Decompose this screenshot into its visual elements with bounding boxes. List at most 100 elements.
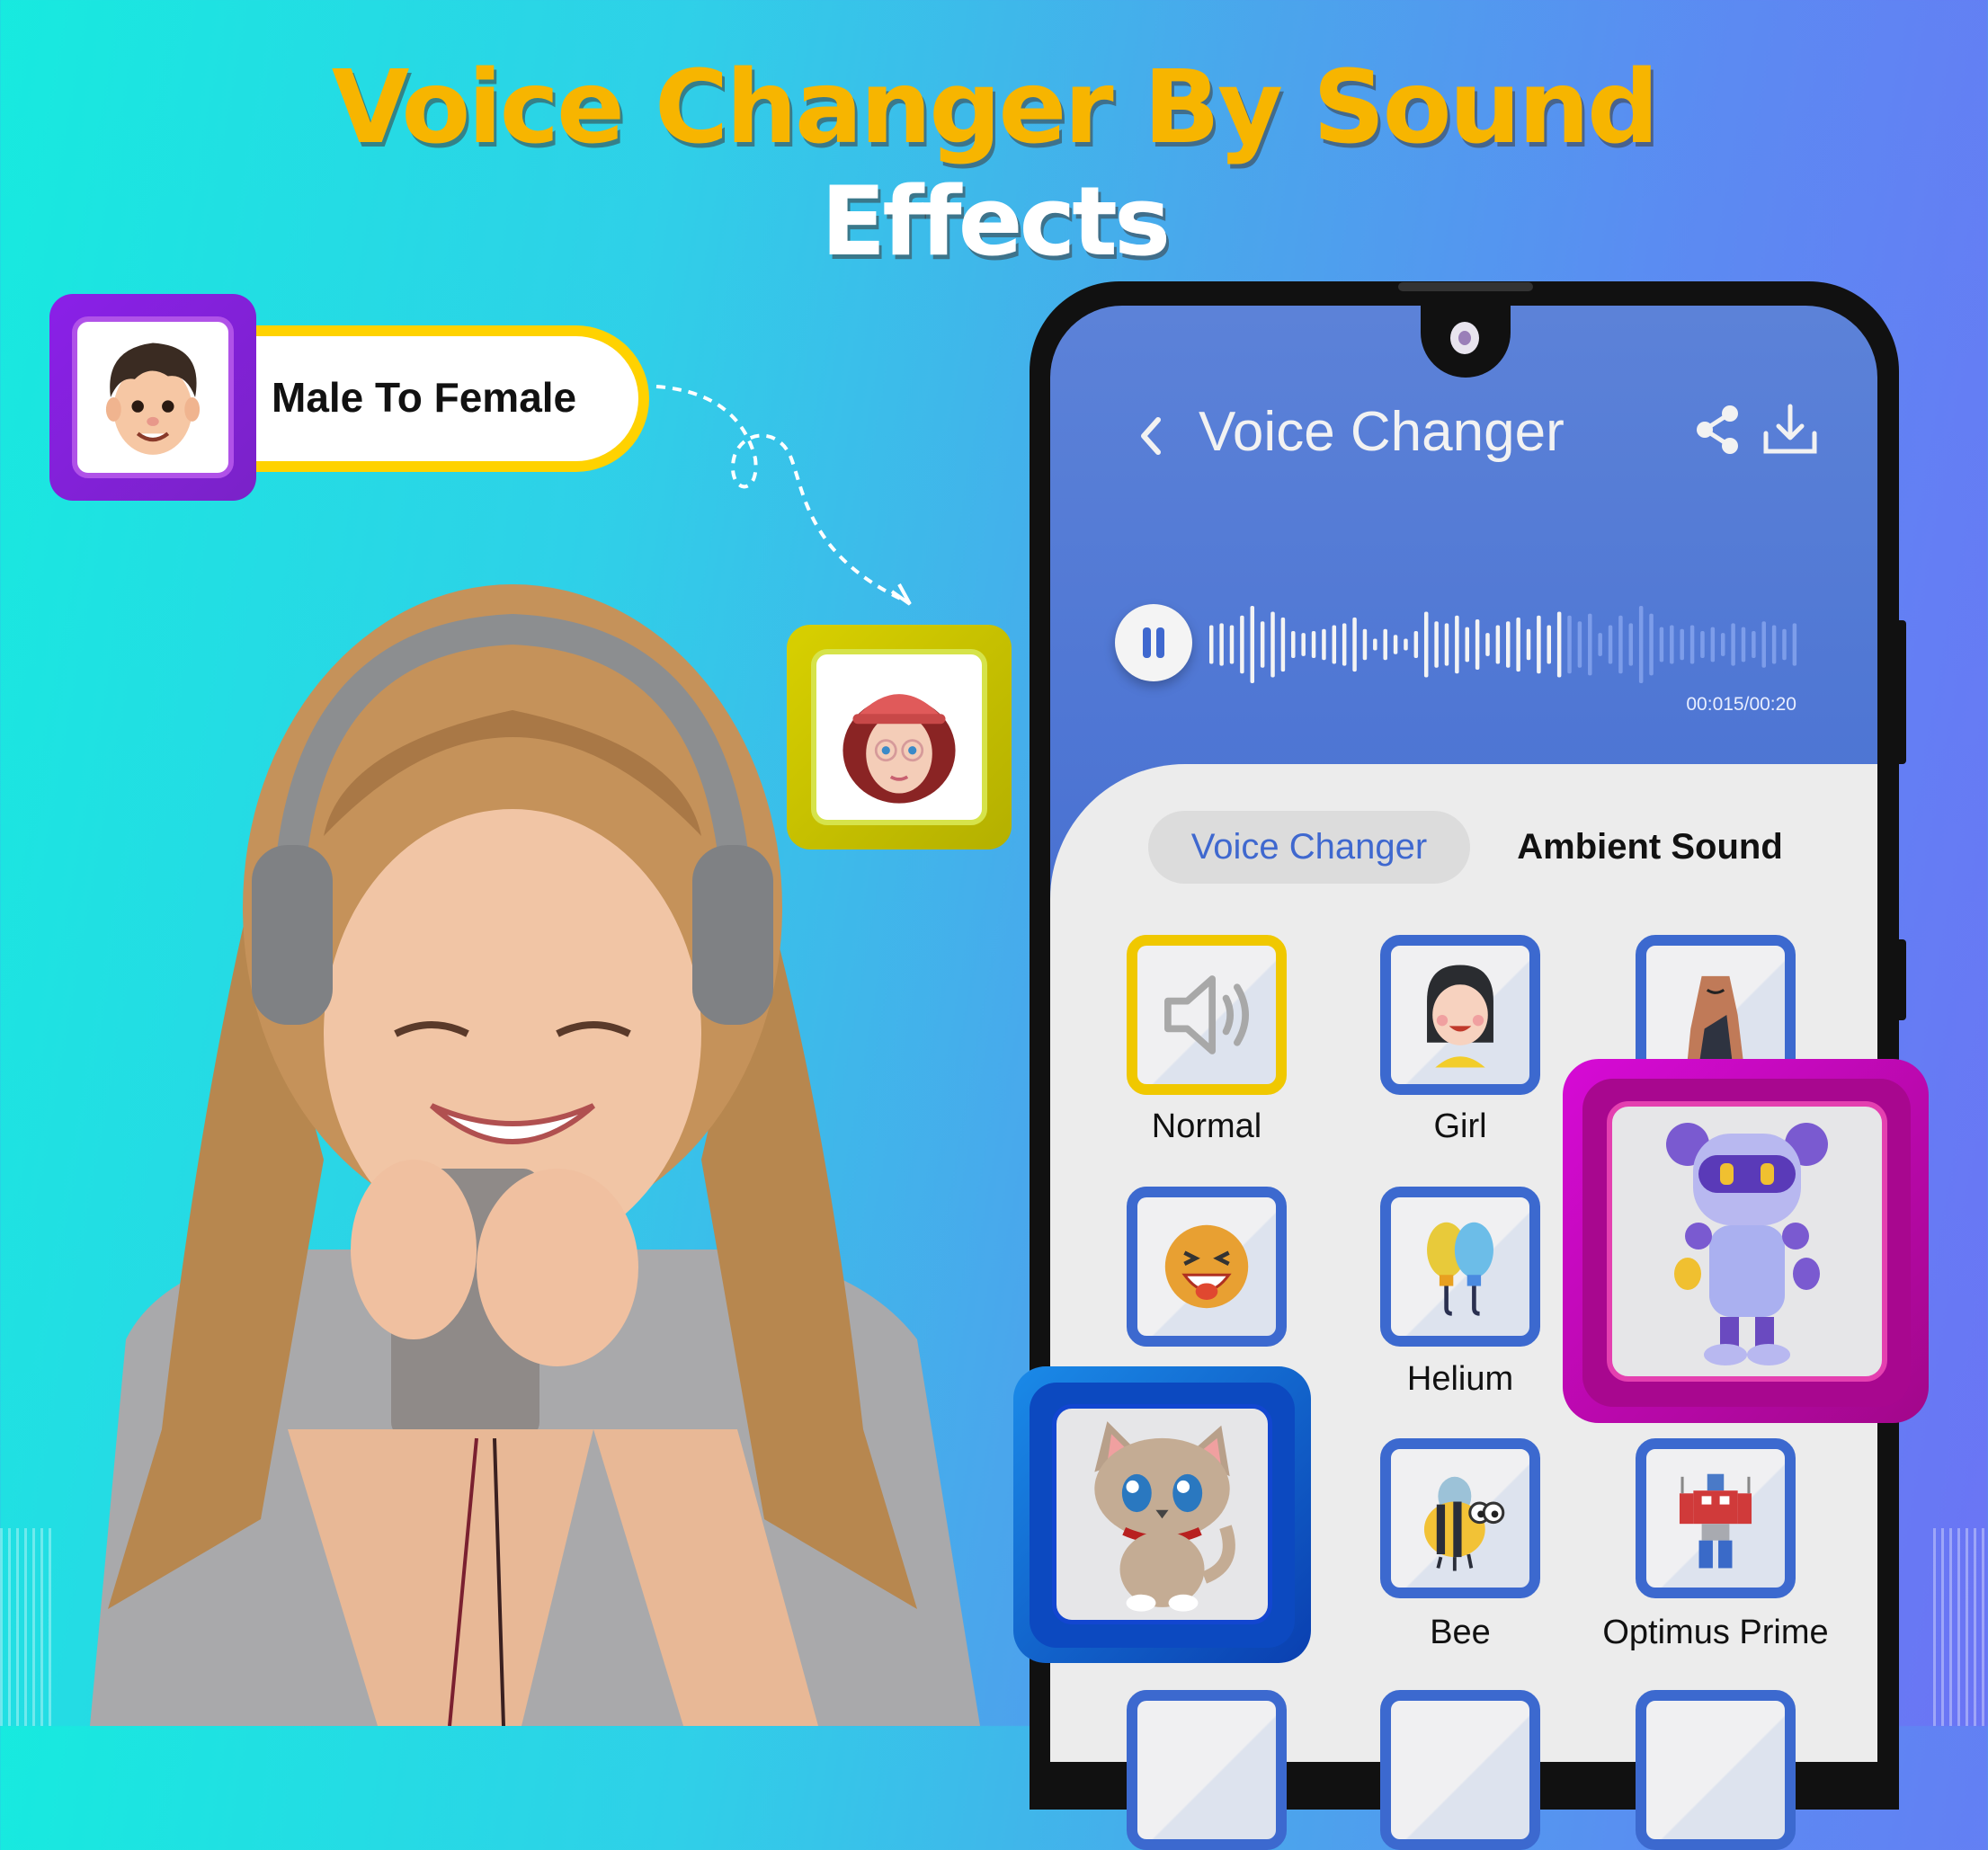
waveform-bar — [1761, 621, 1766, 668]
phone-side-button — [1899, 620, 1906, 764]
waveform-bar — [1608, 625, 1613, 664]
waveform-bar — [1311, 630, 1316, 659]
share-icon[interactable] — [1692, 403, 1743, 457]
waveform-bar — [1240, 615, 1244, 674]
waveform-bar — [1792, 623, 1797, 666]
waveform-bar — [1700, 630, 1705, 659]
waveform-bar — [1352, 617, 1357, 672]
effect-tile-optimus-prime[interactable] — [1636, 1438, 1796, 1598]
waveform-bar — [1506, 621, 1511, 668]
effect-tile-bee[interactable] — [1380, 1438, 1540, 1598]
waveform-bar — [1618, 615, 1623, 674]
waveform-bar — [1495, 625, 1501, 664]
waveform-bar — [1638, 606, 1644, 683]
effect-label: Girl — [1433, 1107, 1487, 1145]
waveform-bar — [1404, 638, 1408, 651]
waveform-bar — [1301, 633, 1306, 656]
chevron-left-icon[interactable] — [1131, 409, 1167, 463]
tab-ambient-sound[interactable]: Ambient Sound — [1511, 811, 1789, 884]
waveform-bar — [1475, 619, 1480, 670]
waveform-bar — [1649, 613, 1654, 676]
waveform-bar — [1741, 627, 1746, 663]
headline-line2: Effects — [820, 166, 1171, 277]
waveform-bar — [1689, 625, 1695, 664]
waveform-bar — [1280, 617, 1286, 672]
waveform-bar — [1782, 628, 1787, 661]
woman-with-headphones-photo — [90, 584, 980, 1726]
waveform-bar — [1771, 625, 1777, 664]
waveform-bar — [1628, 623, 1634, 666]
bg-stripes — [1933, 1528, 1987, 1726]
transformer-robot-icon — [1679, 1473, 1752, 1569]
waveform-bar — [1547, 625, 1552, 664]
laughing-emoji-icon — [1164, 1224, 1249, 1309]
waveform-bar — [1598, 633, 1602, 656]
waveform-bar — [1373, 638, 1377, 651]
girl-face-icon — [1427, 965, 1493, 1068]
waveform-bar — [1485, 633, 1490, 656]
waveform-bar — [1670, 625, 1674, 664]
waveform-bar — [1209, 625, 1214, 664]
waveform-bar — [1588, 613, 1592, 676]
effect-tile[interactable] — [1636, 1690, 1796, 1850]
waveform-bar — [1444, 623, 1449, 666]
waveform-bar — [1362, 628, 1368, 661]
playback-time: 00:015/00:20 — [1686, 694, 1796, 715]
male-to-female-label: Male To Female — [272, 374, 577, 421]
waveform-bar — [1752, 630, 1756, 659]
waveform-bar — [1526, 628, 1531, 661]
waveform-bar — [1556, 611, 1562, 678]
waveform-bar — [1342, 623, 1347, 666]
waveform-bar — [1332, 625, 1337, 664]
effect-label: Bee — [1430, 1614, 1491, 1651]
robot-icon[interactable] — [1607, 1101, 1887, 1382]
app-title: Voice Changer — [1199, 401, 1565, 463]
cat-icon[interactable] — [1052, 1404, 1272, 1624]
waveform-bar — [1710, 627, 1716, 663]
waveform-bar — [1731, 623, 1735, 666]
boy-avatar-icon — [72, 316, 234, 478]
effect-tile[interactable] — [1380, 1690, 1540, 1850]
waveform-bar — [1250, 606, 1255, 683]
waveform-bar — [1465, 627, 1469, 663]
effect-tile-girl[interactable] — [1380, 935, 1540, 1095]
effect-tile-helium[interactable] — [1380, 1187, 1540, 1347]
waveform-bar — [1455, 615, 1459, 674]
waveform-bar — [1516, 617, 1520, 672]
waveform-bar — [1219, 623, 1224, 666]
waveform-bar — [1577, 621, 1582, 668]
effect-label: Normal — [1151, 1107, 1262, 1145]
speaker-icon — [1164, 975, 1249, 1054]
phone-side-button — [1899, 939, 1906, 1020]
waveform-bar — [1393, 635, 1398, 654]
waveform-bar — [1229, 625, 1235, 664]
waveform-bar — [1567, 615, 1572, 674]
waveform-bar — [1260, 621, 1265, 668]
waveform-bar — [1537, 615, 1541, 674]
phone-speaker — [1398, 282, 1533, 291]
download-icon[interactable] — [1761, 403, 1820, 457]
waveform-bar — [1720, 633, 1725, 656]
waveform-bar — [1413, 630, 1419, 659]
waveform-bar — [1383, 628, 1387, 661]
waveform-bar — [1659, 627, 1664, 663]
effect-label: Optimus Prime — [1602, 1614, 1829, 1651]
waveform-bar — [1322, 628, 1326, 661]
effect-tile-normal[interactable] — [1127, 935, 1287, 1095]
front-camera — [1450, 322, 1479, 354]
waveform-bar — [1291, 630, 1296, 659]
waveform[interactable] — [1209, 604, 1803, 685]
tab-voice-changer[interactable]: Voice Changer — [1148, 811, 1470, 884]
waveform-bar — [1680, 628, 1684, 661]
effect-tile[interactable] — [1127, 1690, 1287, 1850]
waveform-bar — [1434, 621, 1439, 668]
waveform-bar — [1423, 611, 1429, 678]
pause-button[interactable] — [1115, 604, 1192, 681]
bg-stripes — [0, 1528, 54, 1726]
bee-icon — [1423, 1476, 1505, 1571]
effect-tile-laugh[interactable] — [1127, 1187, 1287, 1347]
effect-label: Helium — [1406, 1360, 1514, 1398]
headline-line1: Voice Changer By Sound — [331, 49, 1659, 166]
balloons-icon — [1427, 1222, 1493, 1316]
waveform-bar — [1270, 611, 1275, 678]
